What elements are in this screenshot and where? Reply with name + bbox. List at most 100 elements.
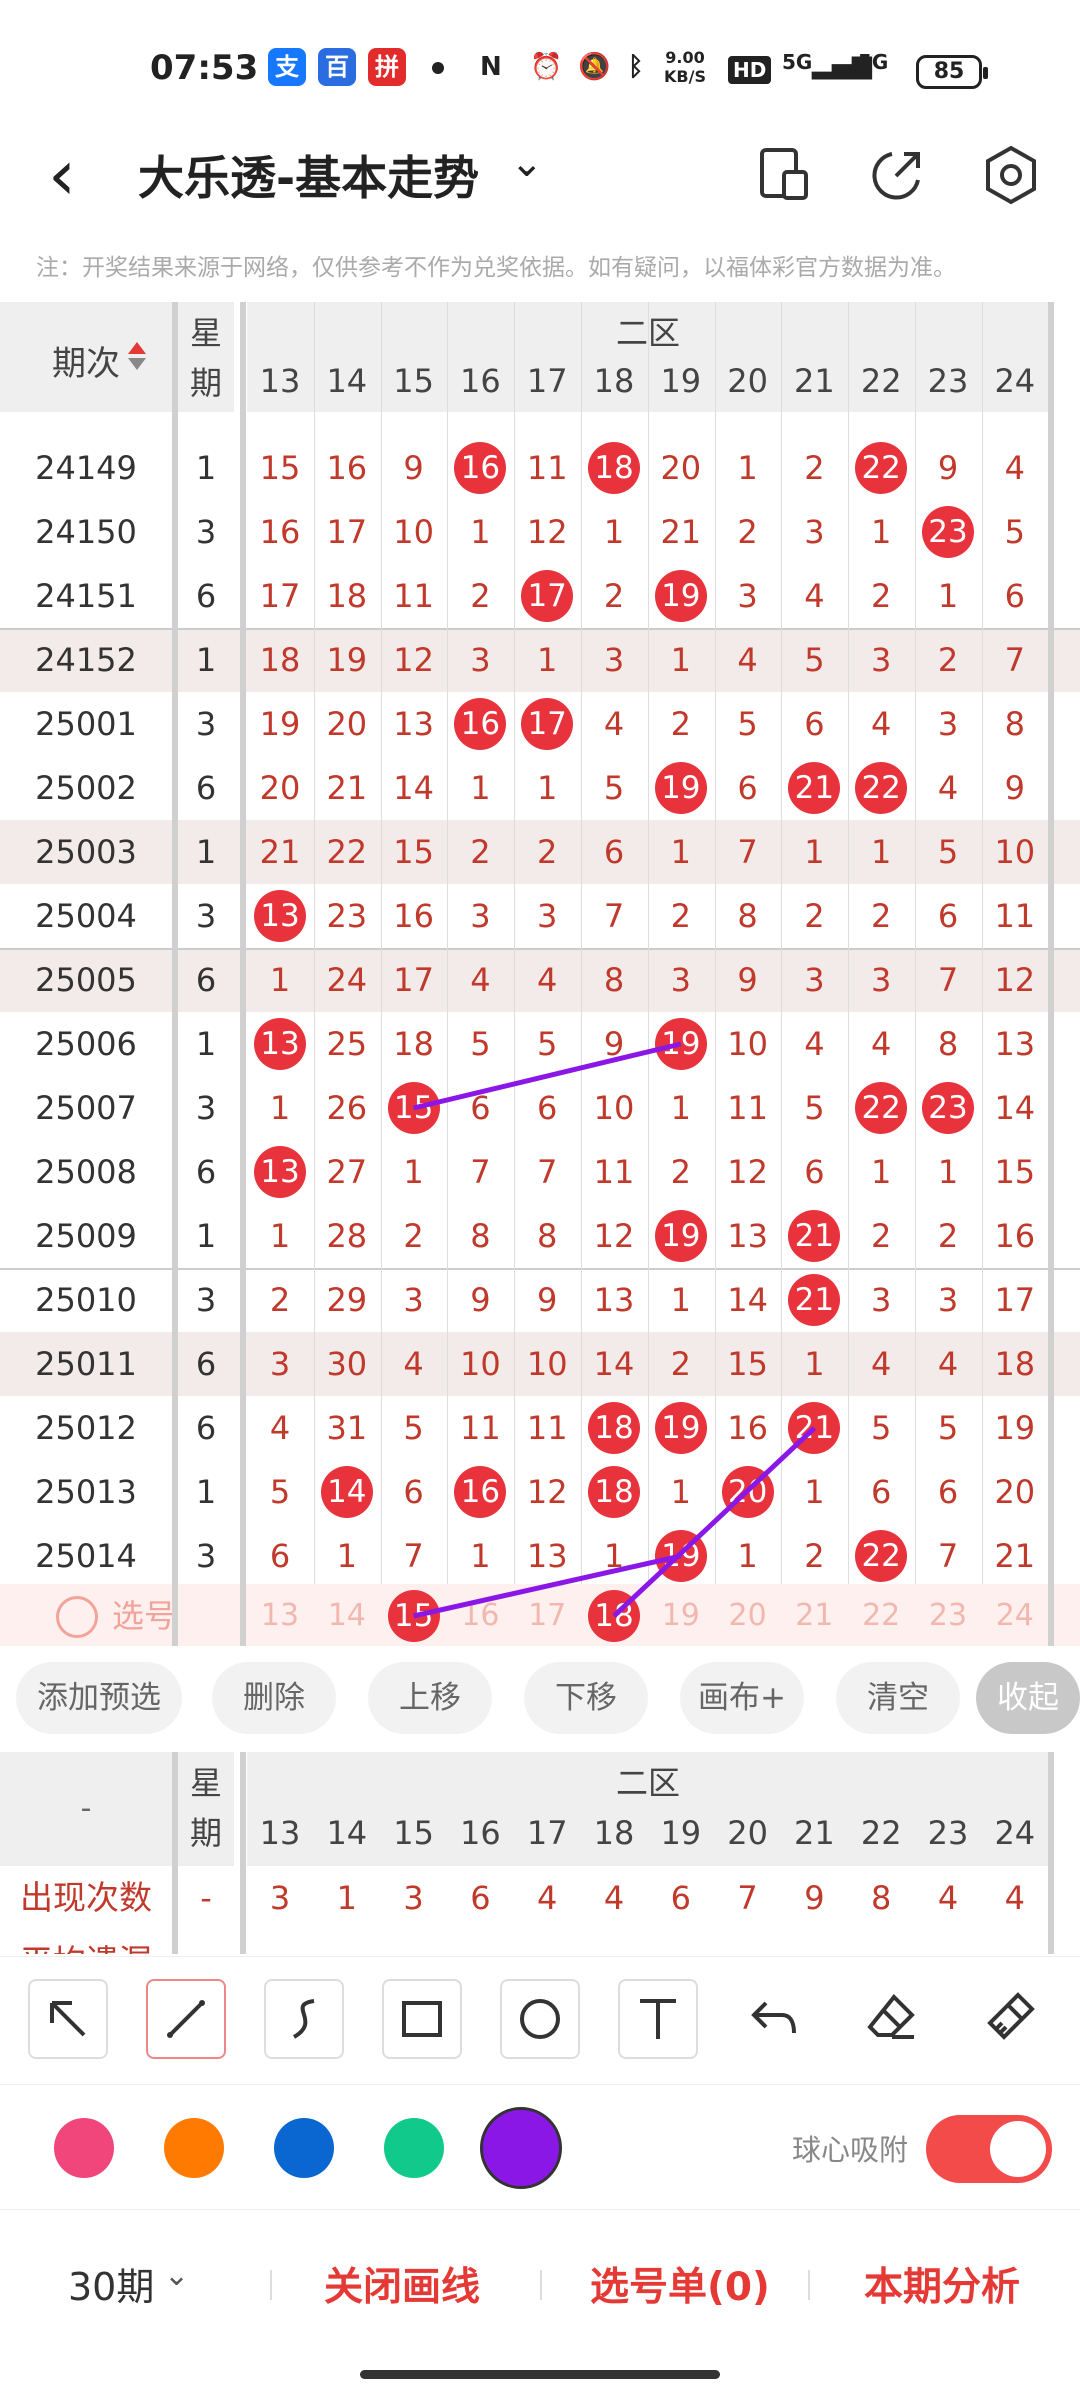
select-number-cell[interactable]: 16	[447, 1584, 513, 1646]
drawn-number-cell: 23	[915, 1076, 981, 1140]
miss-count-cell: 8	[1004, 705, 1025, 743]
miss-count-cell: 1	[871, 1153, 892, 1191]
chevron-down-icon[interactable]: ⌄	[164, 2258, 189, 2293]
drawn-number-cell: 17	[514, 692, 580, 756]
drawn-ball: 21	[788, 1210, 841, 1262]
rectangle-tool-icon[interactable]	[382, 1979, 462, 2059]
miss-count-cell: 5	[603, 769, 625, 807]
miss-count-cell: 3	[937, 705, 959, 743]
select-number-cell[interactable]: 22	[848, 1584, 914, 1646]
select-number-cell[interactable]: 21	[781, 1584, 847, 1646]
select-number-cell[interactable]: 13	[247, 1584, 313, 1646]
issue-number: 25007	[35, 1089, 137, 1127]
drawn-ball: 22	[855, 1082, 908, 1134]
grid-line	[781, 302, 783, 1646]
weekday: 6	[195, 961, 217, 999]
back-icon[interactable]: ‹	[48, 140, 76, 210]
miss-count-cell: 5	[737, 705, 758, 743]
page-title[interactable]: 大乐透-基本走势	[138, 142, 479, 208]
color-swatch-blue[interactable]	[274, 2118, 334, 2178]
collapse-button[interactable]: 收起	[976, 1662, 1080, 1734]
miss-count-cell: 6	[871, 1473, 892, 1511]
miss-count-cell: 4	[403, 1345, 424, 1383]
miss-count-cell: 22	[326, 833, 368, 871]
select-number-cell[interactable]: 14	[314, 1584, 380, 1646]
select-number-cell[interactable]: 24	[982, 1584, 1048, 1646]
issue-number: 24151	[35, 577, 137, 615]
chevron-down-icon[interactable]: ⌄	[510, 140, 544, 186]
drawn-number-cell: 13	[247, 884, 313, 948]
analysis-button[interactable]: 本期分析	[864, 2256, 1020, 2312]
canvas-add-button[interactable]: 画布+	[680, 1662, 804, 1734]
miss-count-cell: 1	[470, 1537, 491, 1575]
miss-count-cell: 6	[470, 1089, 491, 1127]
drawn-ball: 15	[387, 1082, 440, 1134]
table-row: 25012 6 4 31 5 11 11 18 19 16 21 5 5 19	[0, 1396, 1080, 1460]
miss-count-cell: 5	[804, 1089, 825, 1127]
miss-count-cell: 1	[871, 833, 892, 871]
select-row[interactable]: 选号 13 14 15 16 17 18 19 20 21 22 23 24	[0, 1584, 1080, 1646]
selected-ball[interactable]: 15	[387, 1590, 440, 1642]
weekday: 3	[195, 1537, 217, 1575]
color-swatch-pink[interactable]	[54, 2118, 114, 2178]
weekday: 1	[195, 449, 217, 487]
color-swatch-purple[interactable]	[480, 2107, 562, 2189]
selection-list-button[interactable]: 选号单(0)	[590, 2256, 770, 2312]
text-tool-icon[interactable]	[618, 1979, 698, 2059]
period-selector[interactable]: 30期	[68, 2256, 154, 2311]
select-radio[interactable]	[56, 1596, 98, 1638]
stats-table: - 星期 二区 13 14 15 16 17 18 19 20 21 22 23 24 出现次数 - …	[0, 1752, 1080, 1954]
grid-line	[981, 302, 983, 1646]
selected-ball[interactable]: 18	[588, 1590, 640, 1642]
share-icon[interactable]	[862, 140, 932, 210]
miss-count-cell: 2	[269, 1281, 291, 1319]
miss-count-cell: 8	[937, 1025, 959, 1063]
move-down-button[interactable]: 下移	[524, 1662, 648, 1734]
miss-count-cell: 4	[871, 705, 892, 743]
miss-count-cell: 9	[537, 1281, 558, 1319]
color-swatch-green[interactable]	[384, 2118, 444, 2178]
stats-column-header: 18	[593, 1814, 635, 1852]
clear-brush-icon[interactable]	[972, 1979, 1052, 2059]
stats-column-header: 23	[927, 1814, 969, 1852]
drawn-number-cell: 21	[781, 1268, 847, 1332]
miss-count-cell: 5	[871, 1409, 892, 1447]
select-number-cell[interactable]: 17	[514, 1584, 580, 1646]
device-icon[interactable]	[752, 140, 822, 210]
clear-button[interactable]: 清空	[836, 1662, 960, 1734]
trend-chart[interactable]: 期次 星期 二区 13 14 15 16 17 18 19 20 21 22 23 24 24149 1…	[0, 302, 1080, 1646]
select-number-cell[interactable]: 20	[715, 1584, 781, 1646]
miss-count-cell: 6	[937, 897, 959, 935]
drawn-number-cell: 13	[247, 1140, 313, 1204]
sort-down-icon	[128, 358, 146, 370]
undo-icon[interactable]	[736, 1979, 816, 2059]
line-tool-icon[interactable]	[146, 1979, 226, 2059]
miss-count-cell: 21	[259, 833, 301, 871]
snap-toggle[interactable]	[926, 2115, 1052, 2183]
miss-count-cell: 1	[269, 1217, 291, 1255]
drawn-ball: 19	[654, 1018, 707, 1070]
table-row: 25001 3 19 20 13 16 17 4 2 5 6 4 3 8	[0, 692, 1080, 756]
curve-tool-icon[interactable]	[264, 1979, 344, 2059]
delete-button[interactable]: 删除	[212, 1662, 336, 1734]
close-draw-button[interactable]: 关闭画线	[324, 2256, 480, 2312]
issue-header[interactable]: 期次	[0, 302, 172, 412]
drawn-ball: 14	[320, 1466, 373, 1518]
arrow-tool-icon[interactable]	[28, 1979, 108, 2059]
color-swatch-orange[interactable]	[164, 2118, 224, 2178]
add-preselect-button[interactable]: 添加预选	[16, 1662, 182, 1734]
grid-line	[915, 302, 916, 1646]
eraser-icon[interactable]	[854, 1979, 934, 2059]
miss-count-cell: 24	[326, 961, 368, 999]
miss-count-cell: 16	[393, 897, 434, 935]
move-up-button[interactable]: 上移	[368, 1662, 492, 1734]
select-number-cell[interactable]: 19	[648, 1584, 714, 1646]
drawn-ball: 16	[454, 698, 507, 750]
select-number-cell[interactable]: 23	[915, 1584, 981, 1646]
stats-column-header: 14	[326, 1814, 368, 1852]
settings-icon[interactable]	[976, 140, 1046, 210]
weekday: 6	[195, 1409, 217, 1447]
circle-tool-icon[interactable]	[500, 1979, 580, 2059]
weekday: 1	[195, 1217, 217, 1255]
miss-count-cell: 11	[526, 1409, 568, 1447]
